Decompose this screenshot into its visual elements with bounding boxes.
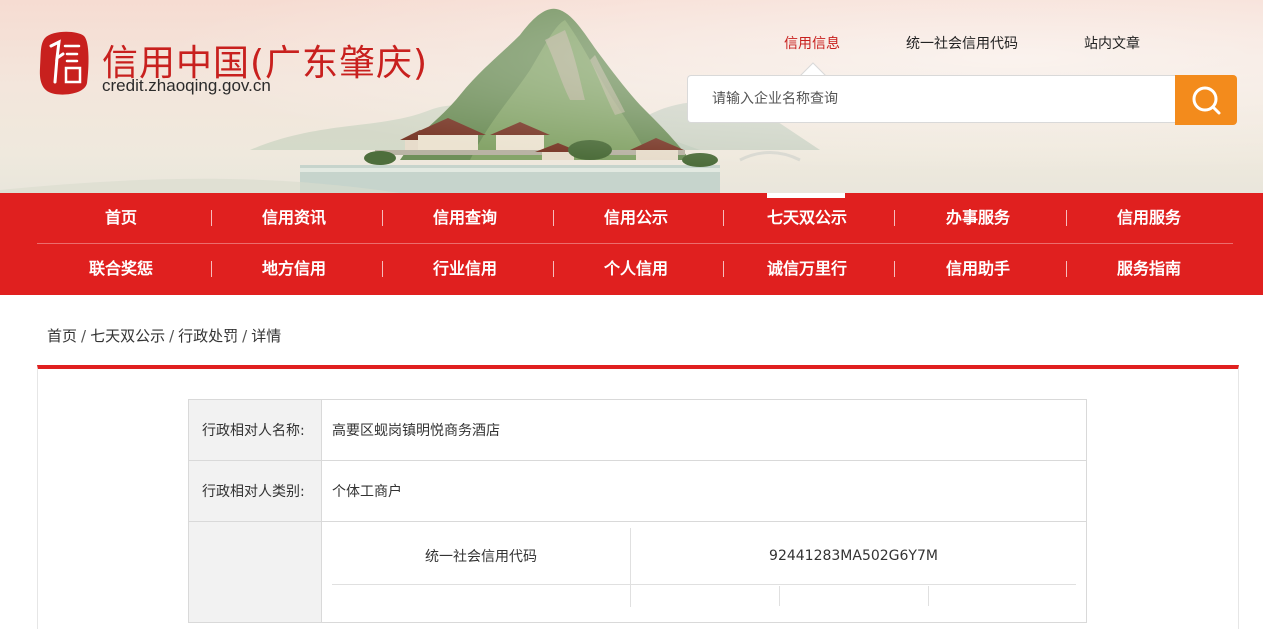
nav-services[interactable]: 办事服务 [918,193,1038,243]
nav-separator [723,210,724,226]
table-row: 行政相对人名称: 高要区蚬岗镇明悦商务酒店 [188,399,1087,461]
nav-separator [1066,210,1067,226]
nav-credit-news[interactable]: 信用资讯 [234,193,354,243]
breadcrumb: 首页 / 七天双公示 / 行政处罚 / 详情 [47,325,281,346]
subtable-cell [780,586,929,606]
breadcrumb-penalty[interactable]: 行政处罚 [178,327,238,345]
nav-service-guide[interactable]: 服务指南 [1089,244,1209,294]
nav-personal-credit[interactable]: 个人信用 [576,244,696,294]
table-row: 统一社会信用代码 92441283MA502G6Y7M [332,528,1076,585]
main-nav: 首页 信用资讯 信用查询 信用公示 七天双公示 办事服务 信用服务 联合奖惩 地… [0,193,1263,295]
field-label-name: 行政相对人名称: [188,399,322,461]
table-row [332,584,1077,608]
nav-separator [723,261,724,277]
subtable-cell [631,586,780,606]
codes-cell: 统一社会信用代码 92441283MA502G6Y7M [321,521,1087,623]
nav-separator [382,261,383,277]
subtable-cell [631,585,1077,608]
breadcrumb-seven-day[interactable]: 七天双公示 [90,327,165,345]
field-value-type: 个体工商户 [321,460,1087,522]
breadcrumb-home[interactable]: 首页 [47,327,77,345]
site-url: credit.zhaoqing.gov.cn [102,76,271,95]
detail-table: 行政相对人名称: 高要区蚬岗镇明悦商务酒店 行政相对人类别: 个体工商户 统一社… [188,399,1087,623]
field-value-name: 高要区蚬岗镇明悦商务酒店 [321,399,1087,461]
nav-credit-services[interactable]: 信用服务 [1089,193,1209,243]
table-row: 统一社会信用代码 92441283MA502G6Y7M [188,521,1087,623]
subtable-cell [332,584,631,607]
table-row: 行政相对人类别: 个体工商户 [188,460,1087,522]
nav-separator [1066,261,1067,277]
credit-code-label: 统一社会信用代码 [332,528,631,585]
codes-subtable: 统一社会信用代码 92441283MA502G6Y7M [332,528,1076,607]
top-nav: 信用信息 统一社会信用代码 站内文章 [760,33,1180,53]
nav-industry-credit[interactable]: 行业信用 [405,244,525,294]
breadcrumb-separator: / [169,327,175,345]
nav-seven-day-publicity[interactable]: 七天双公示 [747,193,867,243]
breadcrumb-current: 详情 [251,327,282,345]
topnav-site-articles[interactable]: 站内文章 [1084,33,1140,53]
main-nav-row-1: 首页 信用资讯 信用查询 信用公示 七天双公示 办事服务 信用服务 [37,193,1233,243]
seal-icon [39,31,89,95]
subtable-split [631,586,1076,606]
search-input[interactable] [687,75,1175,123]
field-label-codes [188,521,322,623]
main-nav-row-2: 联合奖惩 地方信用 行业信用 个人信用 诚信万里行 信用助手 服务指南 [37,244,1233,294]
active-caret-icon [800,62,826,76]
nav-joint-rewards[interactable]: 联合奖惩 [61,244,181,294]
search-icon [1192,86,1221,115]
nav-credit-assistant[interactable]: 信用助手 [918,244,1038,294]
nav-separator [211,261,212,277]
breadcrumb-separator: / [242,327,248,345]
nav-separator [894,210,895,226]
nav-separator [382,210,383,226]
subtable-cell [929,586,1076,606]
search-bar [687,75,1237,125]
breadcrumb-separator: / [81,327,87,345]
nav-separator [894,261,895,277]
nav-separator [211,210,212,226]
search-button[interactable] [1175,75,1237,125]
topnav-credit-code[interactable]: 统一社会信用代码 [906,33,1018,53]
topnav-credit-info[interactable]: 信用信息 [784,33,840,53]
credit-code-value: 92441283MA502G6Y7M [630,528,1076,585]
nav-integrity-tour[interactable]: 诚信万里行 [747,244,867,294]
nav-separator [553,261,554,277]
nav-home[interactable]: 首页 [61,193,181,243]
header-banner: 信用中国(广东肇庆) credit.zhaoqing.gov.cn 信用信息 统… [0,0,1263,193]
nav-credit-publicity[interactable]: 信用公示 [576,193,696,243]
field-label-type: 行政相对人类别: [188,460,322,522]
nav-credit-query[interactable]: 信用查询 [405,193,525,243]
nav-separator [553,210,554,226]
nav-local-credit[interactable]: 地方信用 [234,244,354,294]
